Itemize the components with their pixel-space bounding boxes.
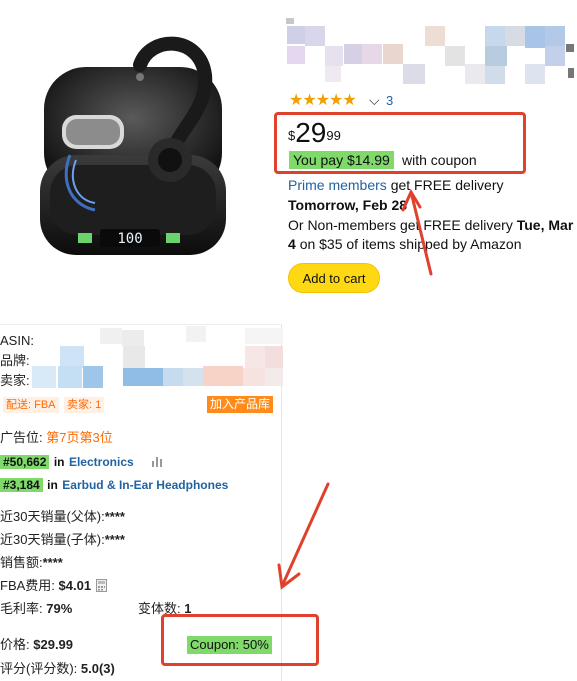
price-row: 价格: $29.99: [0, 637, 73, 653]
sales-parent-label: 近30天销量(父体):: [0, 509, 105, 524]
nonmember-delivery-line-2: 4 on $35 of items shipped by Amazon: [288, 234, 522, 254]
rating-row: 评分(评分数): 5.0(3): [0, 661, 115, 677]
sales-child-row: 近30天销量(子体):****: [0, 532, 125, 548]
margin-value: 79%: [46, 601, 73, 616]
seller-label: 卖家:: [0, 373, 30, 388]
chevron-down-icon[interactable]: ⌵: [369, 91, 380, 109]
ad-position-label: 广告位:: [0, 430, 43, 445]
prime-delivery-text: get FREE delivery: [390, 177, 504, 193]
nonmember-delivery-text: Or Non-members get FREE delivery: [288, 217, 513, 233]
rank-badge: #50,662: [0, 455, 50, 469]
fba-tag: 配送: FBA: [3, 397, 59, 413]
rating-value: 5.0(3): [80, 661, 115, 676]
rating-count-link[interactable]: 3: [386, 92, 393, 110]
rank-row-1: #50,662 in Electronics: [0, 453, 134, 471]
asin-label: ASIN:: [0, 333, 34, 348]
brand-label: 品牌:: [0, 353, 30, 368]
sales-child-value: ****: [104, 532, 125, 547]
revenue-value: ****: [42, 555, 63, 570]
add-to-library-button[interactable]: 加入产品库: [207, 396, 274, 413]
fba-fee-label: FBA费用:: [0, 578, 55, 593]
add-to-cart-button[interactable]: Add to cart: [288, 263, 380, 293]
revenue-label: 销售额:: [0, 555, 43, 570]
rank-row-2: #3,184 in Earbud & In-Ear Headphones: [0, 476, 228, 494]
sales-parent-row: 近30天销量(父体):****: [0, 509, 125, 525]
fba-fee-row: FBA费用: $4.01: [0, 578, 91, 594]
nonmember-delivery-day: 4: [288, 236, 296, 252]
bar-chart-icon[interactable]: [151, 455, 165, 467]
rank-category-link[interactable]: Earbud & In-Ear Headphones: [62, 478, 228, 492]
earbuds-case-illustration: 100: [0, 5, 276, 302]
rank-badge: #3,184: [0, 478, 43, 492]
rank-in: in: [47, 478, 58, 492]
prime-delivery-date: Tomorrow, Feb 28: [288, 197, 408, 213]
price-value: $29.99: [33, 637, 74, 652]
prime-members-link[interactable]: Prime members: [288, 177, 387, 193]
calculator-icon[interactable]: [96, 579, 107, 592]
product-image[interactable]: 100: [0, 5, 276, 302]
ad-position-value: 第7页第3位: [46, 430, 113, 445]
sales-parent-value: ****: [104, 509, 125, 524]
coupon-highlight-box: [161, 614, 319, 666]
rating-label: 评分(评分数):: [0, 661, 78, 676]
sales-child-label: 近30天销量(子体):: [0, 532, 105, 547]
rank-in: in: [53, 455, 65, 469]
ad-position: 广告位: 第7页第3位: [0, 430, 113, 446]
margin-label: 毛利率:: [0, 601, 43, 616]
fba-fee-value: $4.01: [58, 578, 92, 593]
nonmember-delivery-date: Tue, Mar: [516, 217, 574, 233]
revenue-row: 销售额:****: [0, 555, 63, 571]
rank-category-link[interactable]: Electronics: [69, 455, 134, 469]
price-highlight-box: [274, 112, 526, 174]
seller-count-tag: 卖家: 1: [64, 397, 105, 413]
nonmember-delivery-condition: on $35 of items shipped by Amazon: [299, 236, 522, 252]
battery-display-text: 100: [117, 231, 142, 247]
prime-delivery-line: Prime members get FREE delivery: [288, 175, 504, 195]
margin-row: 毛利率: 79%: [0, 601, 72, 617]
nonmember-delivery-line: Or Non-members get FREE delivery Tue, Ma…: [288, 215, 573, 235]
price-label: 价格:: [0, 637, 30, 652]
rating-stars[interactable]: ★★★★★: [289, 92, 357, 110]
arrow-annotation: [277, 482, 330, 590]
